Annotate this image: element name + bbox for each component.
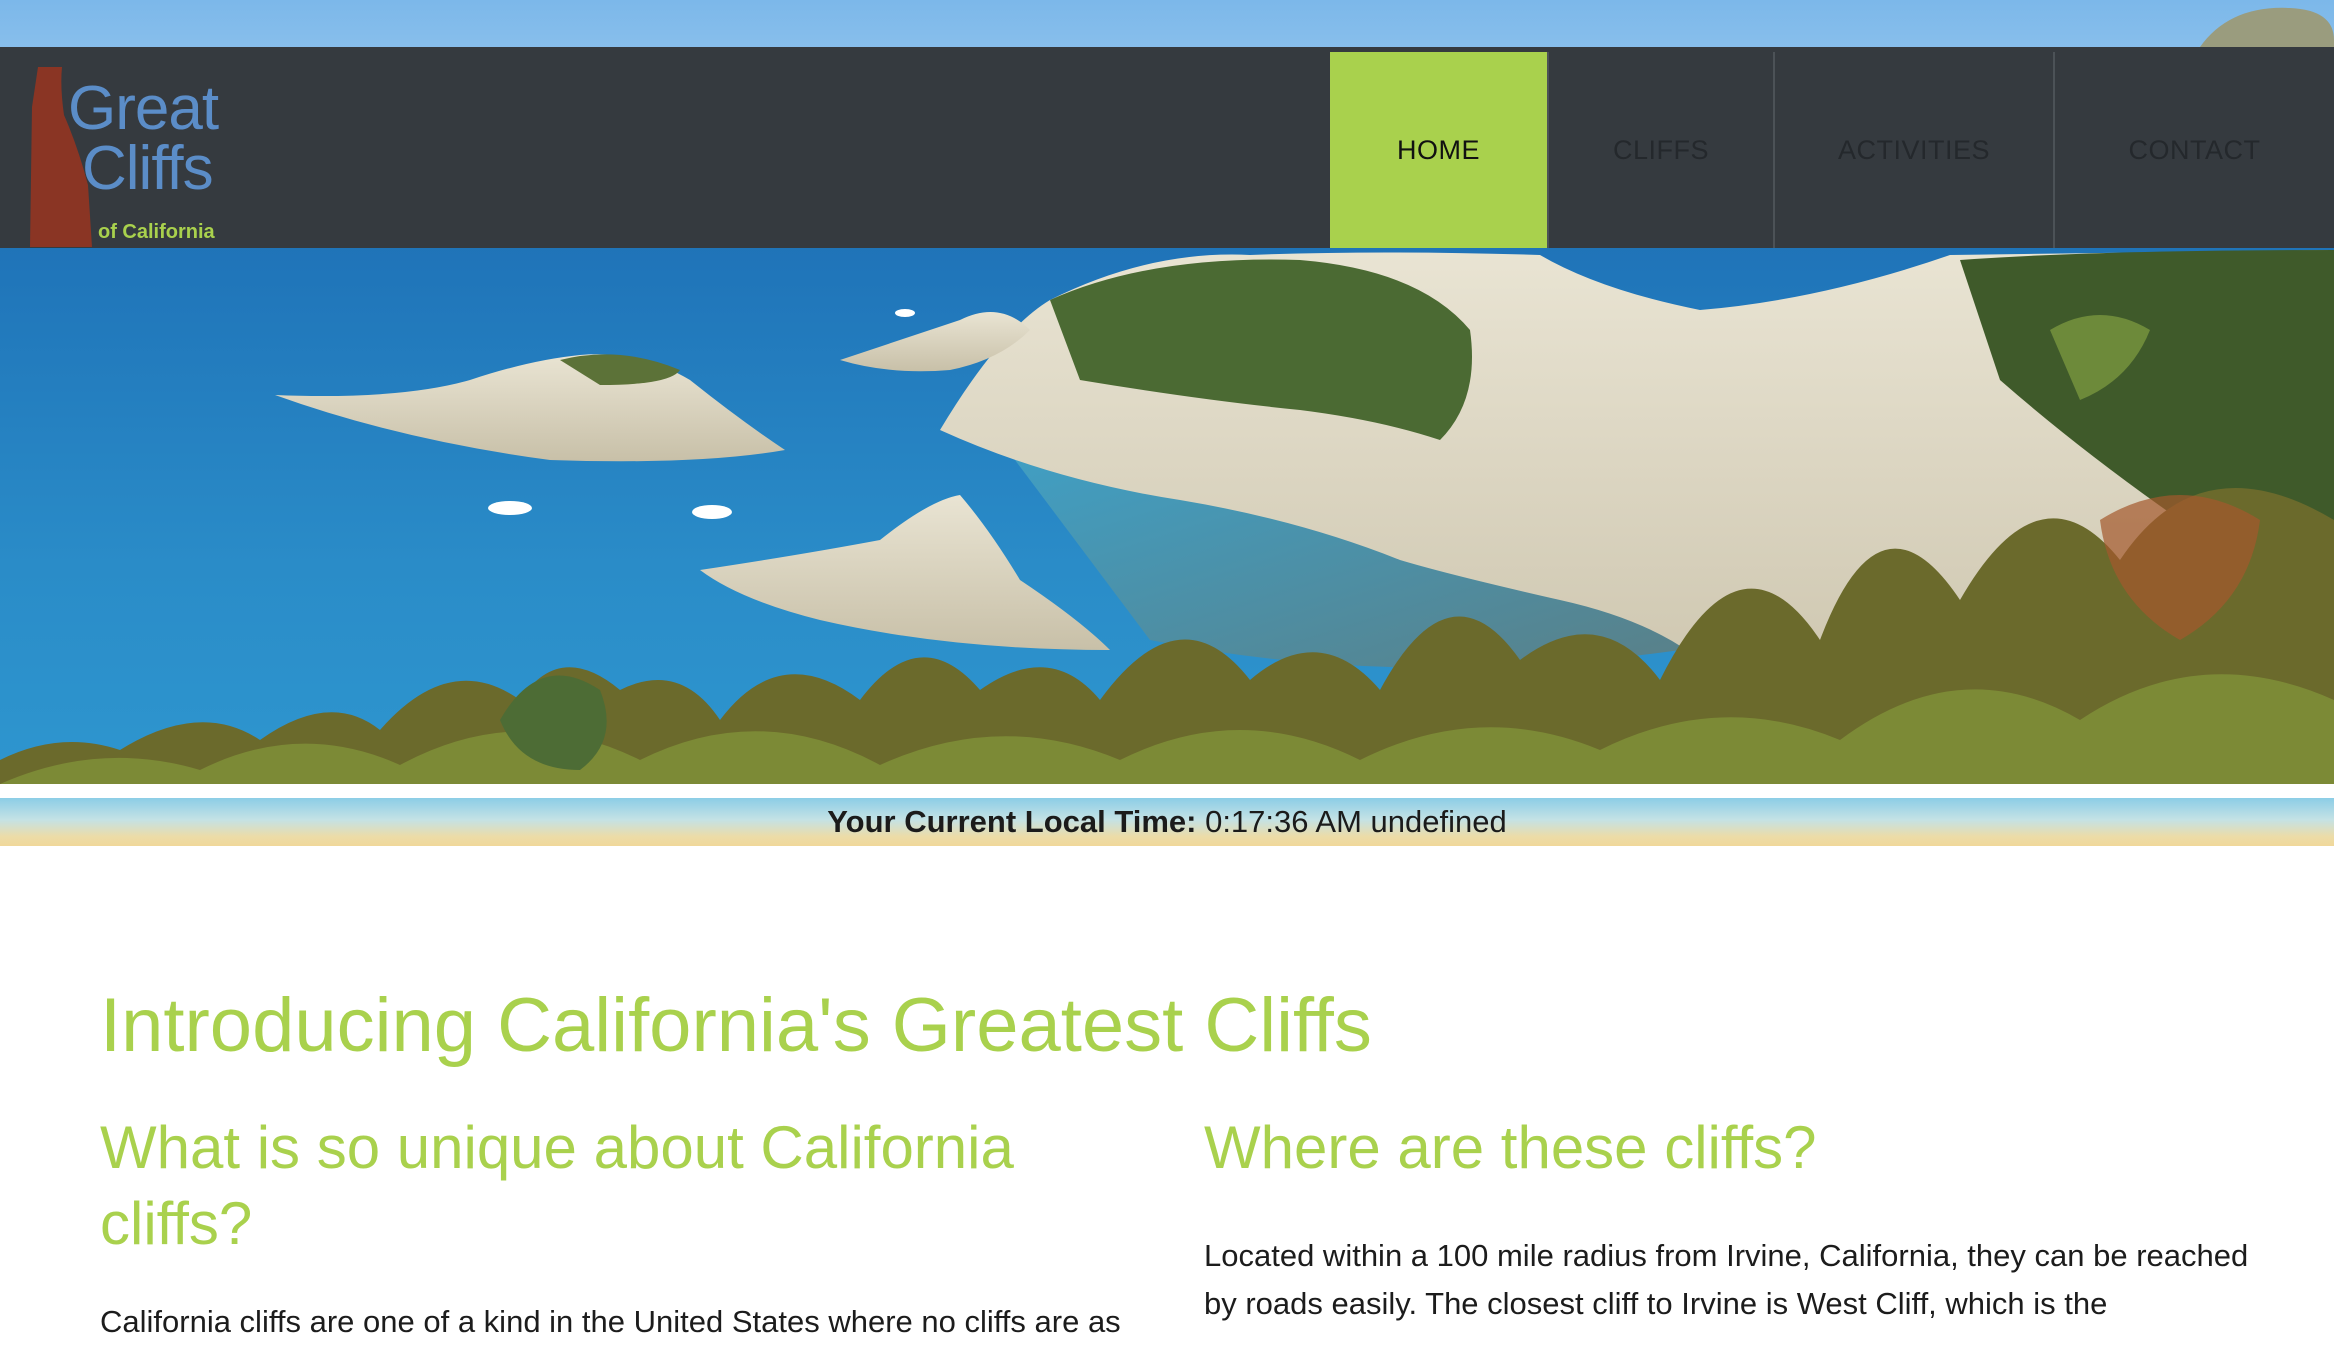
nav-cliffs[interactable]: CLIFFS [1547,52,1773,248]
unique-text: California cliffs are one of a kind in t… [100,1304,1121,1339]
site-logo[interactable]: Great Cliffs of California [30,67,250,247]
page-title: Introducing California's Greatest Cliffs [100,983,1372,1068]
local-time-value: 0:17:36 AM undefined [1205,804,1507,839]
location-text: Located within a 100 mile radius from Ir… [1204,1238,2249,1321]
nav-home[interactable]: HOME [1330,52,1547,248]
local-time-label: Your Current Local Time: [827,804,1197,839]
logo-line1: Great [68,74,219,143]
location-section: Where are these cliffs? Located within a… [1204,1110,2264,1328]
unique-heading: What is so unique about California cliff… [100,1114,1014,1257]
site-header: Great Cliffs of California HOME CLIFFS A… [0,47,2334,248]
unique-section: What is so unique about California cliff… [100,1110,1140,1346]
logo-line2: Cliffs [82,134,214,203]
logo-text: Great Cliffs [68,78,219,203]
logo-subtitle: of California [98,221,215,243]
local-time-bar: Your Current Local Time: 0:17:36 AM unde… [0,798,2334,846]
nav-activities[interactable]: ACTIVITIES [1773,52,2053,248]
location-heading: Where are these cliffs? [1204,1114,1817,1181]
nav-contact[interactable]: CONTACT [2053,52,2334,248]
main-nav: HOME CLIFFS ACTIVITIES CONTACT [1330,52,2334,248]
